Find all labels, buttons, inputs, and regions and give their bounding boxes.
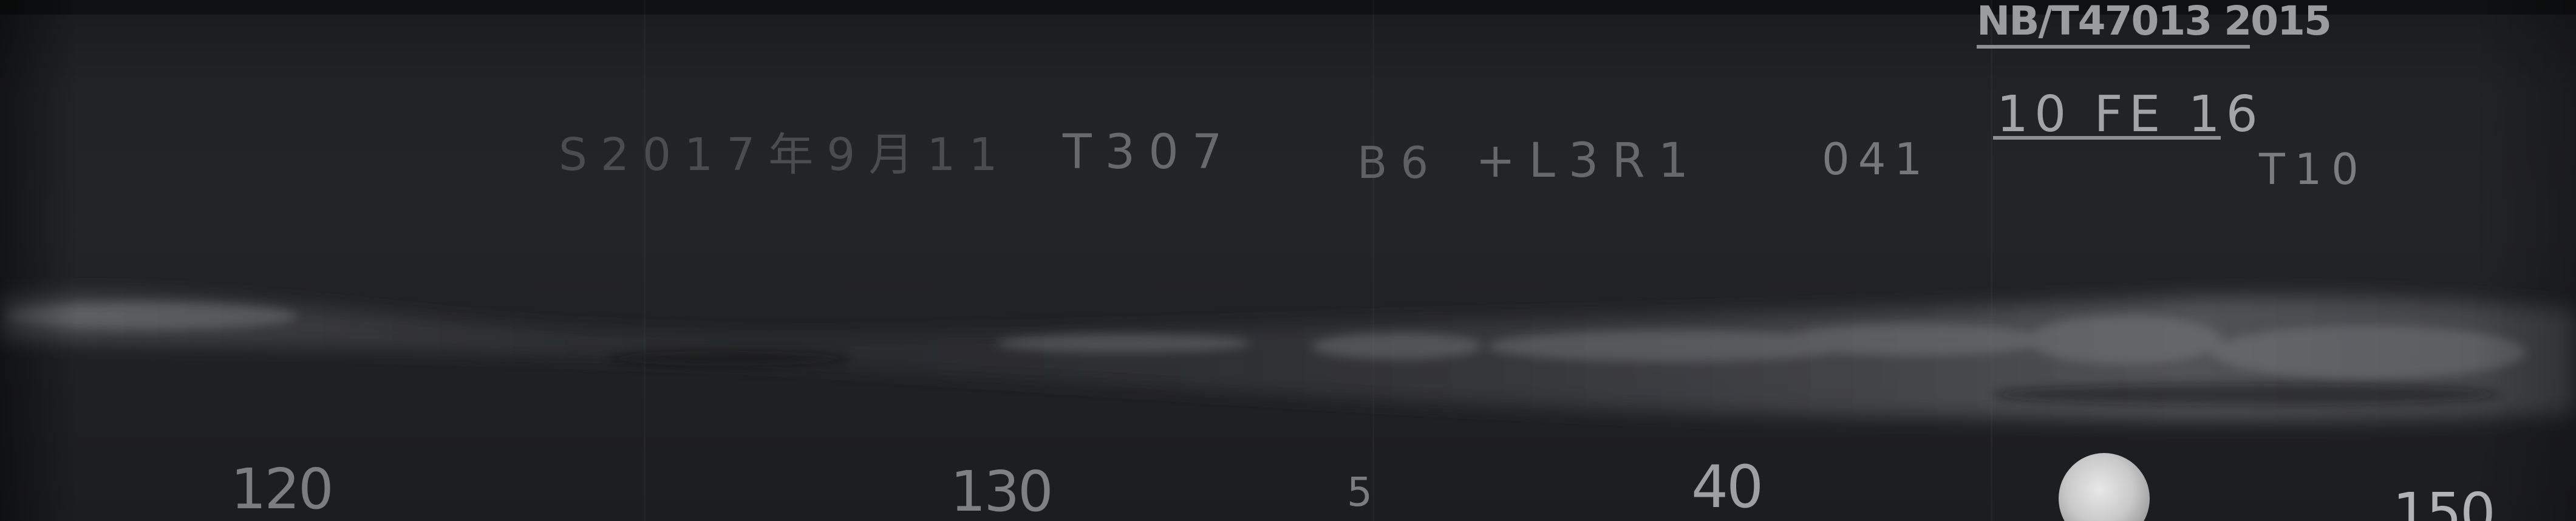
film-thickness-marker: T10 [2259,145,2368,194]
scale-mark-40: 40 [1691,453,1763,521]
scale-mark-5: 5 [1347,469,1372,516]
plate-underline [1977,45,2250,49]
radiograph-film: S2017年9月11 T307 B6 +L3R1 041 T10 NB/T470… [0,0,2576,521]
scale-mark-150: 150 [2393,481,2496,521]
film-number-marker: 041 [1822,134,1931,185]
standard-code-plate: NB/T47013 2015 [1977,0,2332,44]
film-t-code-marker: T307 [1063,125,1236,180]
film-position-marker: +L3R1 [1476,134,1702,188]
film-b-code-marker: B6 [1357,137,1442,188]
lead-disc-marker [2059,453,2150,521]
scale-mark-130: 130 [950,459,1054,521]
weld-bead-image [0,295,2576,420]
plate-underline [1993,136,2221,140]
iqi-plate: 10 FE 16 [1997,86,2264,143]
film-date-marker: S2017年9月11 [559,129,1011,181]
scale-mark-120: 120 [231,457,334,521]
